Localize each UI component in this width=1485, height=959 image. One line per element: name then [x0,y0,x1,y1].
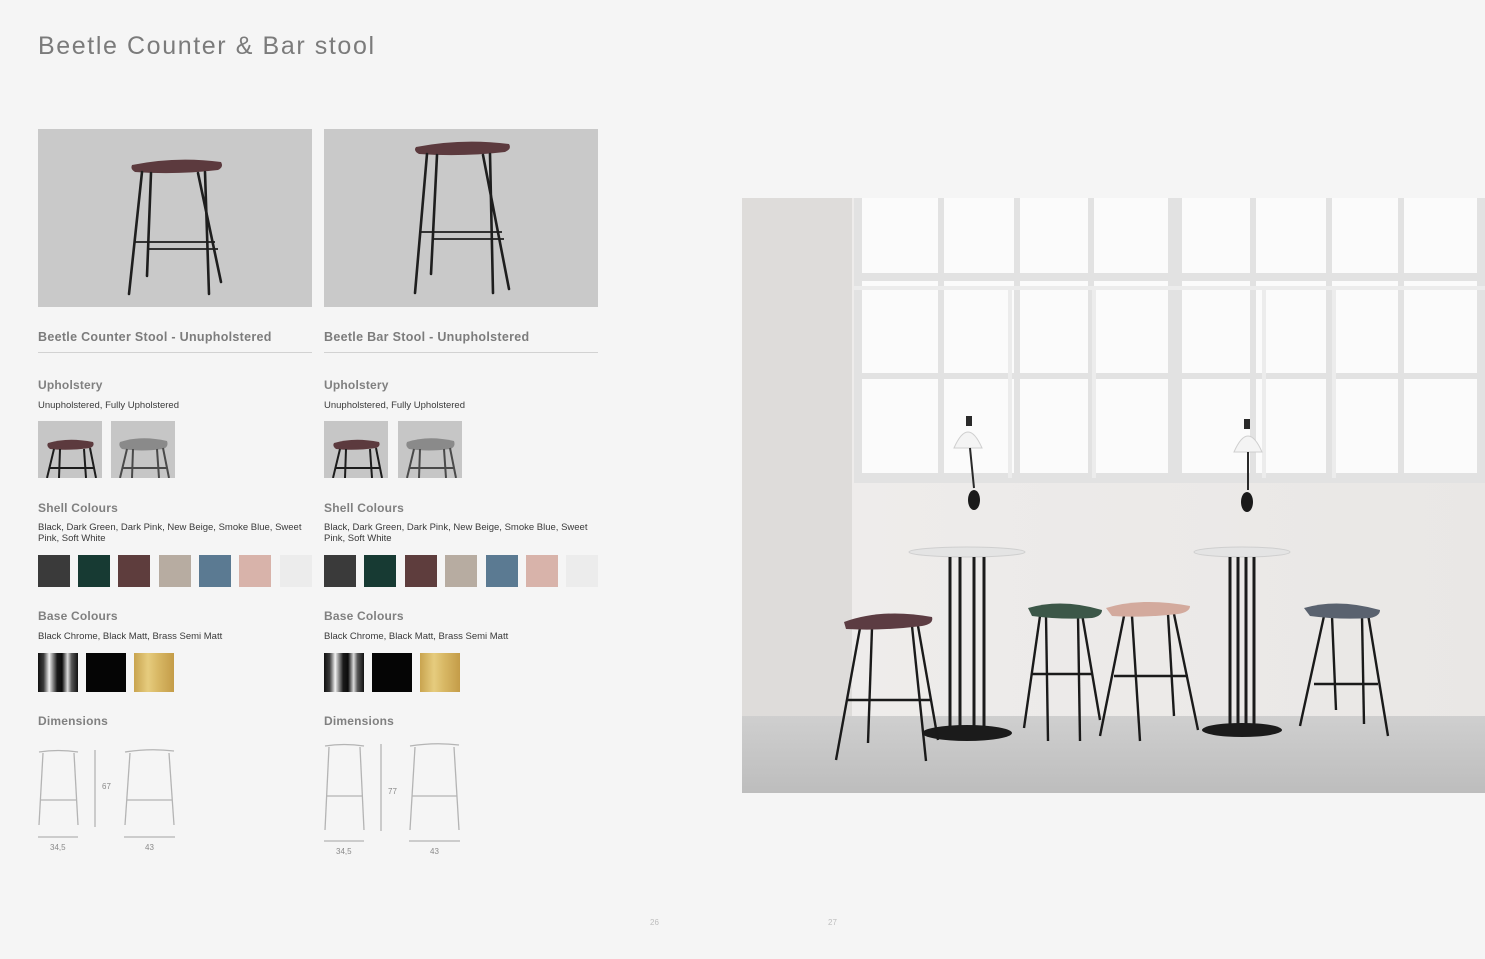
dimension-width: 34,5 [336,847,352,856]
shell-colours-heading: Shell Colours [324,501,404,515]
dimensions-heading: Dimensions [324,714,395,728]
upholstery-options: Unupholstered, Fully Upholstered [38,400,179,411]
shell-swatch-smoke-blue[interactable] [486,555,518,587]
upholstery-option-fully-upholstered[interactable] [111,421,175,478]
product-name: Beetle Counter Stool - Unupholstered [38,330,312,353]
shell-swatch-dark-green[interactable] [78,555,110,587]
dimension-drawing: 67 34,5 43 [38,745,188,855]
shell-swatch-new-beige[interactable] [159,555,191,587]
shell-swatch-soft-white[interactable] [566,555,598,587]
shell-swatch-soft-white[interactable] [280,555,312,587]
shell-swatch-sweet-pink[interactable] [526,555,558,587]
base-swatch-black-matt[interactable] [86,653,126,692]
page-number-right: 27 [828,918,837,927]
shell-colours-heading: Shell Colours [38,501,118,515]
base-colours-options: Black Chrome, Black Matt, Brass Semi Mat… [38,631,223,642]
product-column-counter-stool: Beetle Counter Stool - Unupholstered Uph… [38,0,312,959]
upholstery-option-fully-upholstered[interactable] [398,421,462,478]
dimension-depth: 43 [145,843,154,852]
product-image-counter-stool [38,129,312,307]
product-column-bar-stool: Beetle Bar Stool - Unupholstered Upholst… [324,0,598,959]
lifestyle-photo [742,198,1485,793]
shell-swatch-dark-pink[interactable] [118,555,150,587]
base-colours-heading: Base Colours [324,609,404,623]
shell-swatch-dark-green[interactable] [364,555,396,587]
product-name: Beetle Bar Stool - Unupholstered [324,330,598,353]
upholstery-heading: Upholstery [38,378,103,392]
upholstery-option-unupholstered[interactable] [38,421,102,478]
page-number-left: 26 [650,918,659,927]
base-swatch-brass-semi-matt[interactable] [420,653,460,692]
upholstery-heading: Upholstery [324,378,389,392]
base-colours-options: Black Chrome, Black Matt, Brass Semi Mat… [324,631,509,642]
base-colours-heading: Base Colours [38,609,118,623]
upholstery-options: Unupholstered, Fully Upholstered [324,400,465,411]
base-swatch-brass-semi-matt[interactable] [134,653,174,692]
shell-swatch-black[interactable] [38,555,70,587]
dimension-drawing: 77 34,5 43 [324,740,474,860]
dimension-height: 77 [388,787,397,796]
shell-colours-options: Black, Dark Green, Dark Pink, New Beige,… [324,522,588,544]
dimensions-heading: Dimensions [38,714,109,728]
dimension-depth: 43 [430,847,439,856]
upholstery-option-unupholstered[interactable] [324,421,388,478]
shell-swatch-smoke-blue[interactable] [199,555,231,587]
shell-swatch-new-beige[interactable] [445,555,477,587]
dimension-width: 34,5 [50,843,66,852]
window [854,198,1485,483]
shell-swatch-black[interactable] [324,555,356,587]
base-swatch-black-chrome[interactable] [324,653,364,692]
shell-colours-options: Black, Dark Green, Dark Pink, New Beige,… [38,522,302,544]
shell-swatch-sweet-pink[interactable] [239,555,271,587]
base-swatch-black-matt[interactable] [372,653,412,692]
product-image-bar-stool [324,129,598,307]
shell-swatch-dark-pink[interactable] [405,555,437,587]
base-swatch-black-chrome[interactable] [38,653,78,692]
dimension-height: 67 [102,782,111,791]
